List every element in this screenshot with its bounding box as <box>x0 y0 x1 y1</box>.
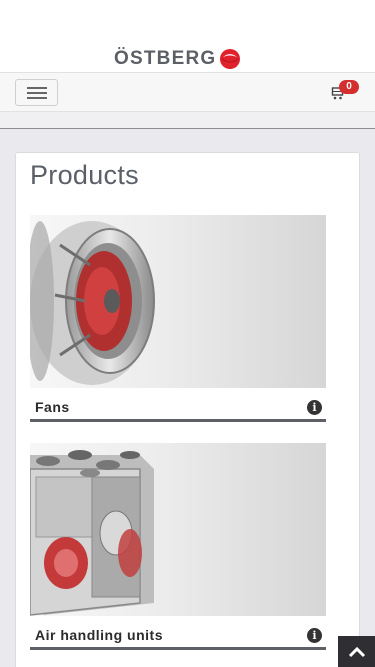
hamburger-icon <box>27 87 47 89</box>
brand-logo[interactable]: ÖSTBERG <box>114 48 242 70</box>
navbar <box>0 72 375 112</box>
air-handling-unit-image <box>30 450 154 616</box>
hamburger-line <box>27 92 47 94</box>
info-icon[interactable]: i <box>307 400 322 415</box>
product-card-fans[interactable]: Fans i <box>30 215 326 422</box>
cart-count-badge: 0 <box>339 80 359 94</box>
hamburger-line <box>27 97 47 99</box>
product-title-bar[interactable]: Air handling units i <box>30 616 326 650</box>
brand-name: ÖSTBERG <box>114 48 217 69</box>
product-name[interactable]: Fans <box>35 399 70 415</box>
info-icon[interactable]: i <box>307 628 322 643</box>
page-title: Products <box>30 160 139 190</box>
product-name[interactable]: Air handling units <box>35 627 163 643</box>
product-image-fans[interactable] <box>30 215 326 388</box>
product-image-air-handling-units[interactable] <box>30 443 326 616</box>
sub-bar <box>0 112 375 129</box>
brand-logo-icon <box>220 49 241 69</box>
product-card-air-handling-units[interactable]: Air handling units i <box>30 443 326 650</box>
menu-toggle-button[interactable] <box>15 79 58 106</box>
fan-image <box>30 221 155 385</box>
scroll-to-top-button[interactable] <box>338 636 375 667</box>
product-title-bar[interactable]: Fans i <box>30 388 326 422</box>
chevron-up-icon <box>348 646 365 657</box>
site-header: ÖSTBERG <box>0 0 375 72</box>
